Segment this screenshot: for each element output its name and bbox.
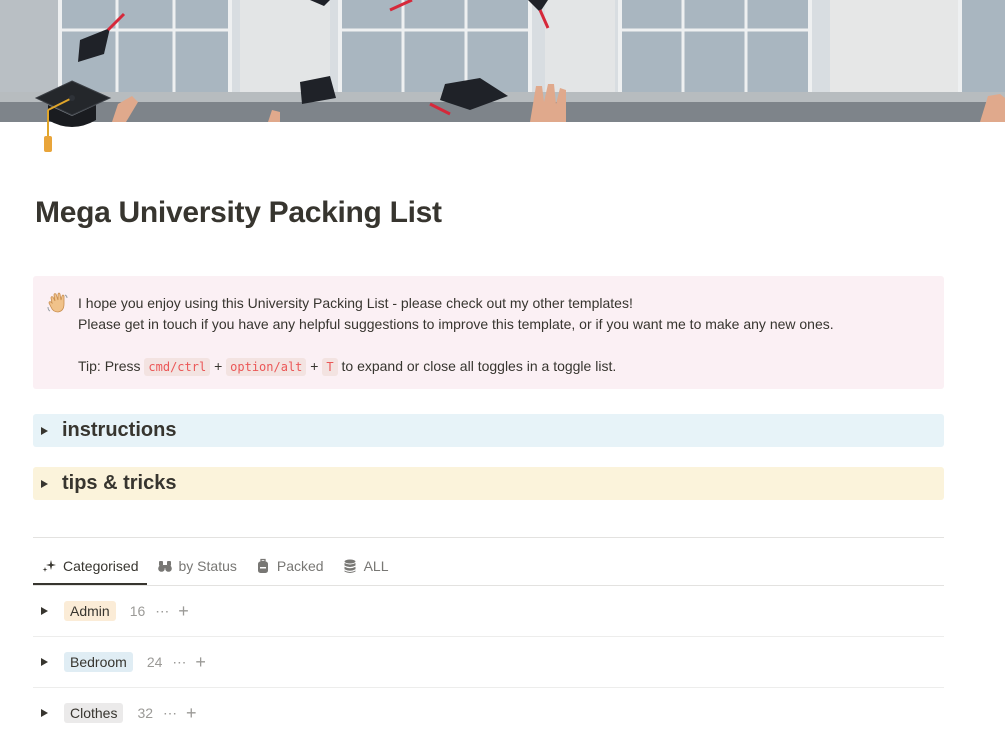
tab-label: ALL (363, 558, 389, 574)
shortcut-key-cmd: cmd/ctrl (144, 358, 211, 376)
database-icon (344, 559, 356, 573)
group-label: Admin (64, 601, 116, 621)
group-label: Clothes (64, 703, 124, 723)
tip-suffix: to expand or close all toggles in a togg… (337, 358, 617, 374)
plus-sign: + (210, 358, 227, 374)
group-count: 32 (137, 705, 154, 721)
tab-packed[interactable]: Packed (247, 548, 332, 584)
binoculars-icon (157, 561, 172, 572)
tab-by-status[interactable]: by Status (149, 548, 245, 584)
group-count: 24 (146, 654, 163, 670)
more-options-icon[interactable]: ⋯ (155, 603, 170, 620)
more-options-icon[interactable]: ⋯ (163, 705, 178, 722)
backpack-icon (257, 558, 268, 573)
tab-label: Packed (276, 558, 324, 574)
plus-sign: + (306, 358, 323, 374)
group-clothes[interactable]: Clothes 32 ⋯ + (33, 688, 944, 738)
divider (33, 537, 944, 538)
tip-prefix: Tip: Press (78, 358, 145, 374)
toggle-arrow-icon[interactable] (41, 479, 48, 488)
tab-categorised[interactable]: Categorised (33, 548, 147, 585)
toggle-label: instructions (62, 419, 177, 441)
group-admin[interactable]: Admin 16 ⋯ + (33, 586, 944, 636)
view-tabs: Categorised by Status Packed ALL (33, 548, 399, 585)
sparkles-icon (42, 560, 56, 572)
graduation-cover-illustration (0, 0, 1005, 122)
tab-label: by Status (178, 558, 237, 574)
shortcut-key-option: option/alt (226, 358, 307, 376)
group-bedroom[interactable]: Bedroom 24 ⋯ + (33, 637, 944, 687)
group-label: Bedroom (64, 652, 133, 672)
tab-all[interactable]: ALL (334, 548, 397, 584)
graduation-cap-icon[interactable] (34, 76, 114, 156)
add-item-icon[interactable]: + (195, 653, 206, 671)
waving-hand-icon (47, 292, 69, 314)
callout-block[interactable]: I hope you enjoy using this University P… (33, 276, 944, 389)
toggle-label: tips & tricks (62, 472, 177, 494)
toggle-arrow-icon[interactable] (41, 426, 48, 435)
more-options-icon[interactable]: ⋯ (172, 654, 187, 671)
group-toggle-arrow-icon[interactable] (41, 709, 48, 717)
add-item-icon[interactable]: + (178, 602, 189, 620)
group-toggle-arrow-icon[interactable] (41, 607, 48, 615)
group-count: 16 (129, 603, 146, 619)
tab-label: Categorised (63, 558, 139, 574)
callout-line-1: I hope you enjoy using this University P… (78, 295, 633, 311)
toggle-instructions[interactable]: instructions (33, 414, 944, 447)
add-item-icon[interactable]: + (186, 704, 197, 722)
group-toggle-arrow-icon[interactable] (41, 658, 48, 666)
toggle-tips-and-tricks[interactable]: tips & tricks (33, 467, 944, 500)
page-title[interactable]: Mega University Packing List (35, 196, 442, 230)
callout-tip: Tip: Press cmd/ctrl + option/alt + T to … (78, 356, 834, 378)
callout-line-2: Please get in touch if you have any help… (78, 316, 834, 332)
cover-image (0, 0, 1005, 122)
shortcut-key-t: T (322, 358, 338, 376)
